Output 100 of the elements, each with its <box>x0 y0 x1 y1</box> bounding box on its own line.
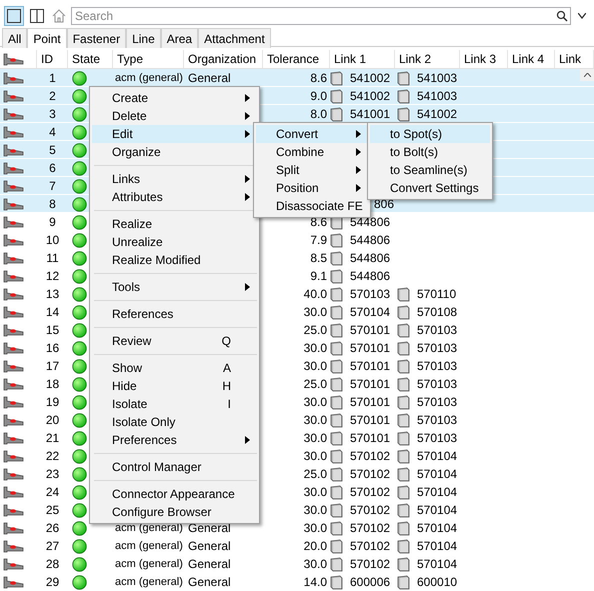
scrollbar[interactable] <box>580 69 594 81</box>
table-cell-text: 9.1 <box>310 268 327 285</box>
dropdown-caret-icon[interactable] <box>578 12 586 18</box>
menu-item[interactable]: Organize <box>92 143 257 161</box>
column-header[interactable]: Link <box>555 50 594 68</box>
part-icon <box>330 358 343 374</box>
submenu-arrow-icon <box>245 112 250 120</box>
part-icon <box>397 376 410 392</box>
table-cell-text: 7.9 <box>310 232 327 249</box>
part-icon <box>330 574 343 590</box>
table-cell-text: 541003 <box>417 88 458 105</box>
table-cell-text: General <box>188 70 231 87</box>
column-header[interactable]: Organization <box>184 50 263 68</box>
menu-item[interactable]: Show A <box>92 359 257 377</box>
connector-icon <box>3 414 25 426</box>
table-cell-text: 24 <box>46 484 60 501</box>
menu-item[interactable]: Realize Modified <box>92 251 257 269</box>
column-header[interactable]: ID <box>37 50 68 68</box>
connector-icon <box>3 270 25 282</box>
menu-item[interactable]: Connector Appearance <box>92 485 257 503</box>
table-cell-text: 9 <box>49 214 56 231</box>
column-header[interactable]: Link 1 <box>330 50 395 68</box>
table-cell-text: 570102 <box>350 502 390 519</box>
menu-item[interactable]: Unrealize <box>92 233 257 251</box>
part-icon <box>330 340 343 356</box>
part-icon <box>330 448 343 464</box>
connector-icon <box>3 558 25 570</box>
table-cell-text: 570104 <box>417 520 458 537</box>
menu-item[interactable]: Isolate Only <box>92 413 257 431</box>
menu-item[interactable]: Split <box>256 161 368 179</box>
table-cell-text: 30.0 <box>304 358 327 375</box>
table-cell-text: 22 <box>46 448 60 465</box>
part-icon <box>397 430 410 446</box>
table-cell-text: 570102 <box>350 520 390 537</box>
connector-icon <box>3 360 25 372</box>
column-header[interactable]: Type <box>113 50 184 68</box>
column-header[interactable]: Tolerance <box>263 50 330 68</box>
menu-item[interactable]: Preferences <box>92 431 257 449</box>
table-cell-text: 30.0 <box>304 448 327 465</box>
table-cell-text: 541003 <box>417 70 458 87</box>
column-header[interactable]: Link 2 <box>395 50 460 68</box>
part-icon <box>397 574 410 590</box>
menu-item[interactable]: Position <box>256 179 368 197</box>
home-icon[interactable] <box>52 8 66 22</box>
menu-item[interactable]: to Seamline(s) <box>370 161 490 179</box>
column-header[interactable]: Link 4 <box>508 50 555 68</box>
part-icon <box>397 394 410 410</box>
tab[interactable]: Area <box>160 28 198 48</box>
table-cell-text: 570103 <box>417 376 458 393</box>
table-cell-text: 570101 <box>350 340 390 357</box>
menu-item[interactable]: Disassociate FE <box>256 197 368 215</box>
scroll-up-icon[interactable] <box>584 73 590 77</box>
menu-item[interactable]: Links <box>92 170 257 188</box>
search-icon <box>556 10 568 22</box>
table-cell-text: 570108 <box>417 304 458 321</box>
menu-item[interactable]: Hide H <box>92 377 257 395</box>
table-cell-text: 11 <box>46 250 59 267</box>
tab[interactable]: Attachment <box>198 28 271 48</box>
table-cell-text: acm (general) <box>115 538 183 554</box>
part-icon <box>397 70 410 86</box>
search-field[interactable]: Search <box>71 6 571 24</box>
status-icon <box>72 412 87 428</box>
tab[interactable]: All <box>2 28 28 48</box>
tab[interactable]: Line <box>126 28 161 48</box>
part-icon <box>330 250 343 266</box>
menu-item[interactable]: Realize <box>92 215 257 233</box>
status-icon <box>72 520 87 536</box>
menu-item[interactable]: Create <box>92 89 257 107</box>
column-header[interactable]: State <box>68 50 113 68</box>
connector-icon <box>3 306 25 318</box>
status-icon <box>72 142 87 158</box>
table-cell-text: 570104 <box>417 556 458 573</box>
table-cell-text: 12 <box>46 268 60 285</box>
menu-item[interactable]: Configure Browser <box>92 503 257 521</box>
submenu-arrow-icon <box>356 148 361 156</box>
menu-item[interactable]: to Bolt(s) <box>370 143 490 161</box>
connector-icon <box>3 198 25 210</box>
menu-item[interactable]: Convert <box>256 125 368 143</box>
table-cell-text: 570102 <box>350 466 390 483</box>
menu-item[interactable]: References <box>92 305 257 323</box>
column-header[interactable]: Link 3 <box>460 50 508 68</box>
menu-item[interactable]: Combine <box>256 143 368 161</box>
single-pane-button[interactable] <box>4 6 24 26</box>
status-icon <box>72 448 87 464</box>
connector-icon <box>3 52 25 66</box>
menu-item[interactable]: Isolate I <box>92 395 257 413</box>
connector-icon <box>3 540 25 552</box>
table-cell-text: 570103 <box>417 412 458 429</box>
table-cell-text: 544806 <box>350 250 390 267</box>
tab[interactable]: Point <box>27 28 67 48</box>
menu-item[interactable]: to Spot(s) <box>370 125 490 143</box>
table-cell-text: 570110 <box>417 286 456 303</box>
menu-item[interactable]: Delete <box>92 107 257 125</box>
table-cell-text: 18 <box>46 376 60 393</box>
table-cell-text: 30.0 <box>304 484 327 501</box>
table-row[interactable]: 1 acm (general) General 8.6 541002 541003 <box>0 69 594 87</box>
tab[interactable]: Fastener <box>66 28 126 48</box>
menu-item[interactable]: Convert Settings <box>370 179 490 197</box>
status-icon <box>72 340 87 356</box>
table-cell-text: 25.0 <box>304 322 327 339</box>
